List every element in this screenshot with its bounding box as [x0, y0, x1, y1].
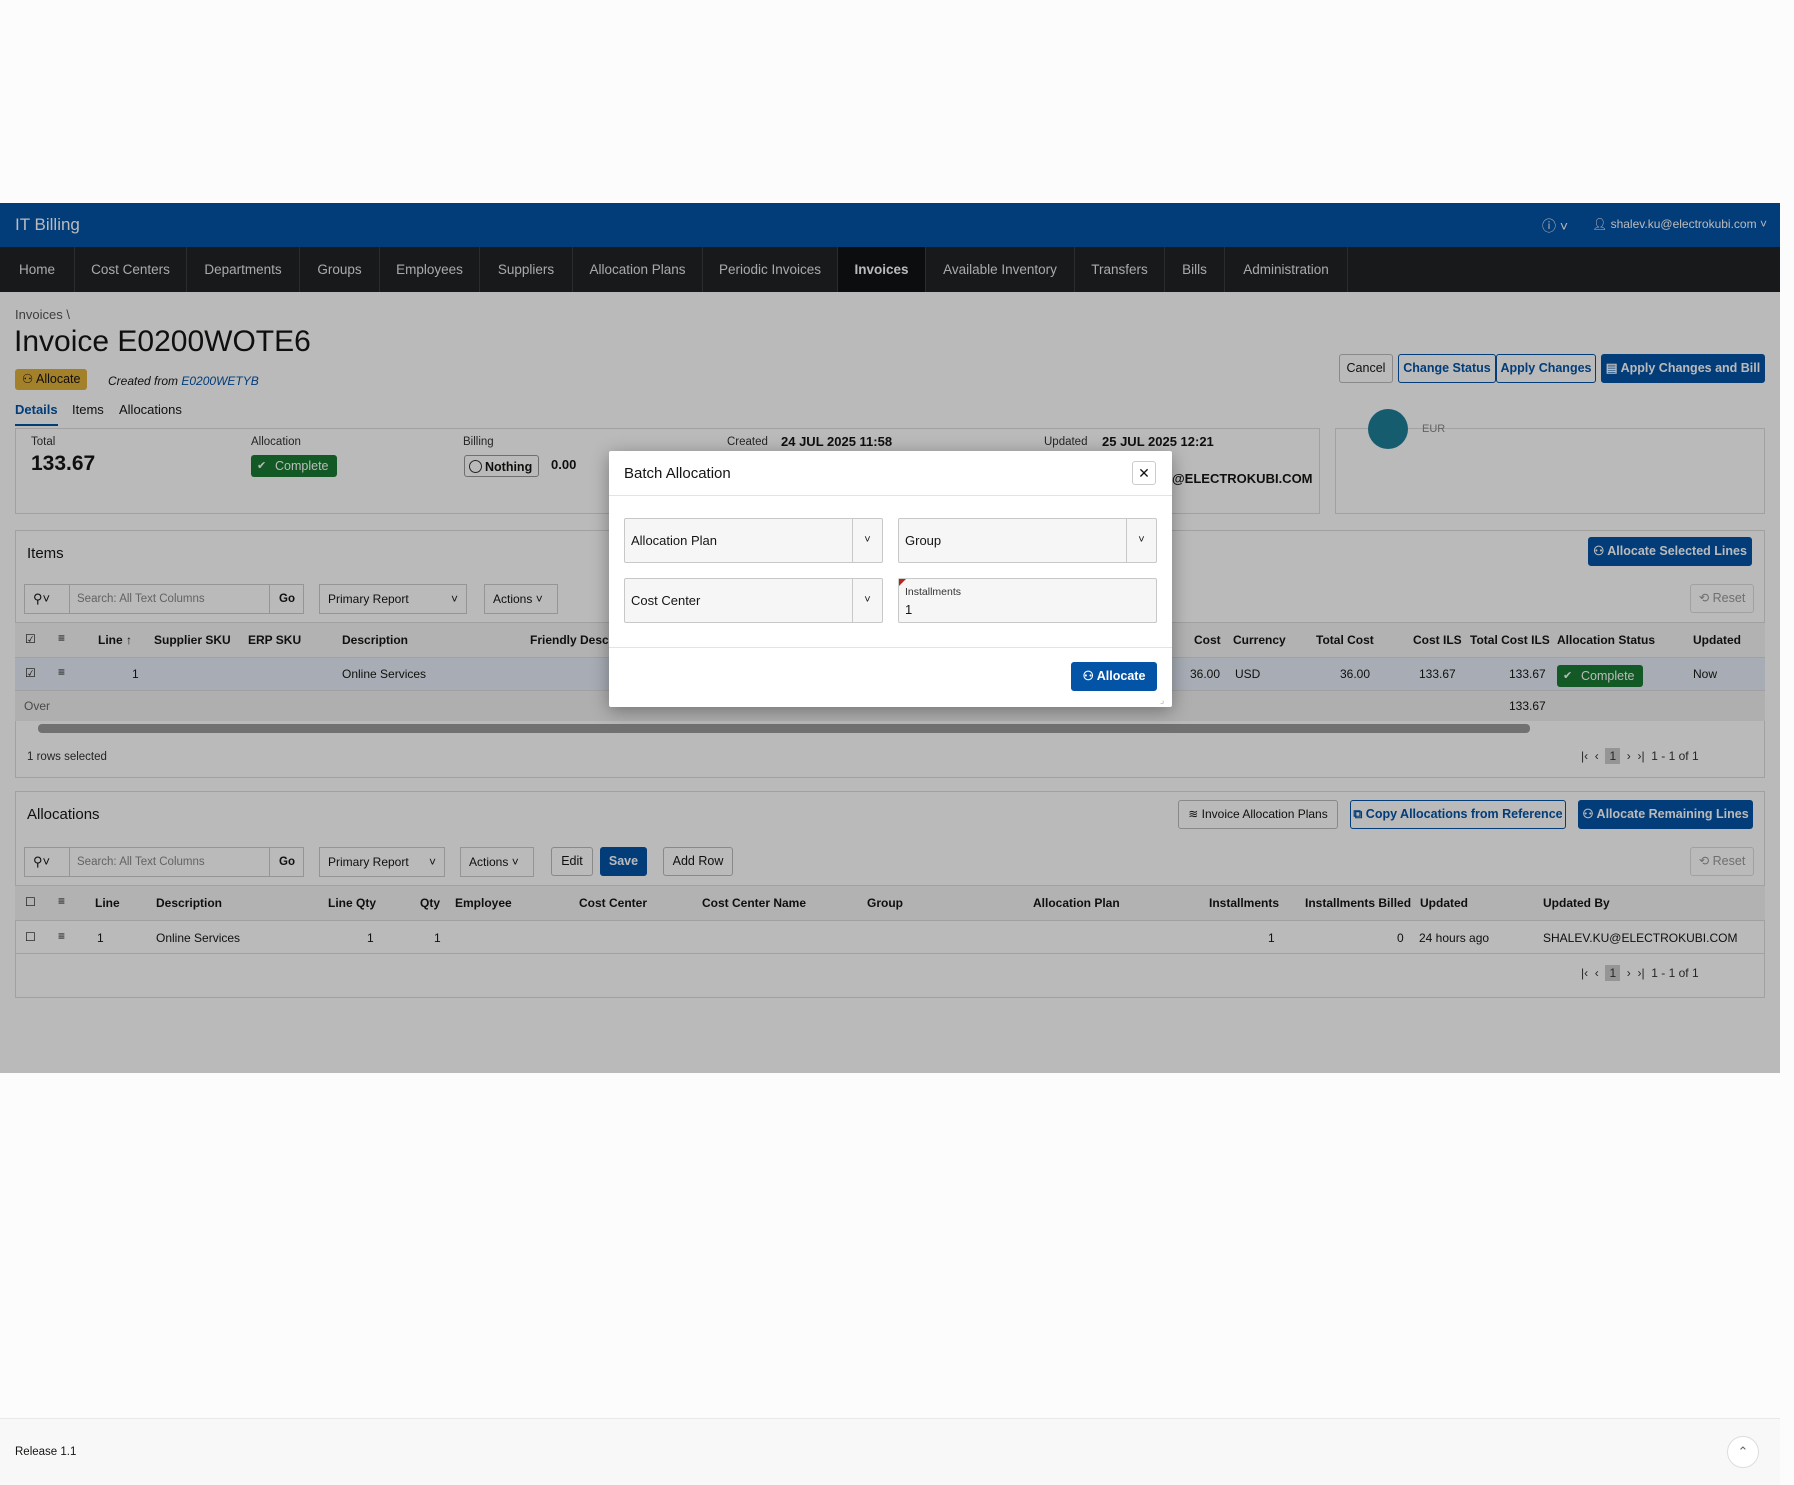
chevron-down-icon: ˅ — [1126, 519, 1156, 562]
chevron-down-icon: ˅ — [852, 519, 882, 562]
batch-allocation-dialog: Batch Allocation ✕ Allocation Plan ˅ Grou… — [609, 451, 1172, 707]
allocate-button[interactable]: ⚇ Allocate — [1071, 662, 1157, 691]
installments-input[interactable]: 1 — [905, 602, 912, 617]
release-label: Release 1.1 — [15, 1446, 77, 1458]
close-icon[interactable]: ✕ — [1132, 461, 1156, 485]
scroll-to-top-button[interactable]: ⌃ — [1727, 1436, 1759, 1468]
dialog-footer-divider — [609, 647, 1172, 648]
required-marker — [899, 579, 906, 586]
installments-field[interactable]: Installments 1 — [898, 578, 1157, 623]
allocation-plan-select[interactable]: Allocation Plan ˅ — [624, 518, 883, 563]
installments-label: Installments — [905, 586, 962, 598]
group-select[interactable]: Group ˅ — [898, 518, 1157, 563]
cost-center-select[interactable]: Cost Center ˅ — [624, 578, 883, 623]
group-label: Group — [905, 533, 942, 548]
chevron-down-icon: ˅ — [852, 579, 882, 622]
allocation-plan-label: Allocation Plan — [631, 533, 717, 548]
dialog-divider — [609, 495, 1172, 496]
page-footer: Release 1.1 ⌃ — [0, 1418, 1780, 1485]
resize-handle[interactable]: ⌟ — [1160, 695, 1164, 706]
allocate-icon: ⚇ — [1082, 669, 1097, 683]
dialog-title: Batch Allocation — [624, 465, 731, 482]
allocate-label: Allocate — [1096, 669, 1146, 683]
cost-center-label: Cost Center — [631, 593, 701, 608]
